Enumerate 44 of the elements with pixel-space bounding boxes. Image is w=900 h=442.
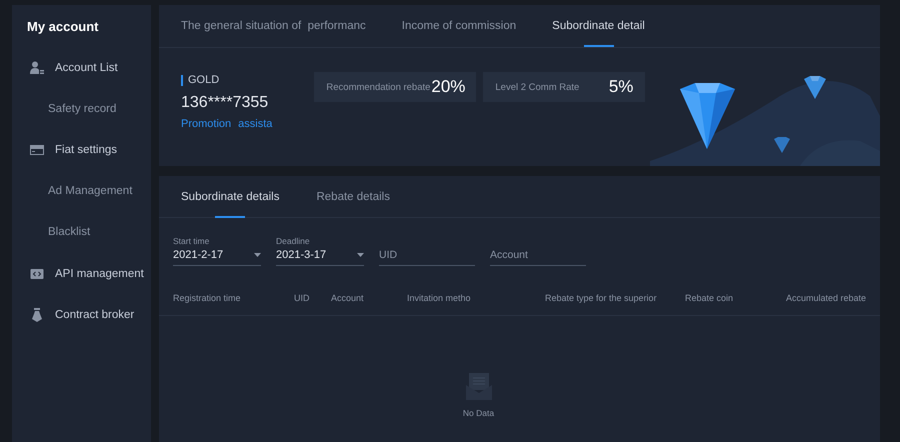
caret-icon xyxy=(357,253,364,257)
sidebar-item[interactable]: Account List xyxy=(55,62,118,74)
column-header: Rebate type for the superior xyxy=(545,293,658,303)
card-icon xyxy=(30,144,44,156)
promotion-link[interactable]: Promotion xyxy=(181,118,232,130)
sidebar-item[interactable]: Blacklist xyxy=(12,212,151,253)
sidebar-item[interactable]: Safety record xyxy=(12,88,151,130)
field-value: 2021-2-17 xyxy=(173,249,224,261)
column-header: UID xyxy=(294,293,310,303)
tab[interactable]: Subordinate detail xyxy=(552,5,645,47)
code-icon xyxy=(30,268,44,279)
field-value: 2021-3-17 xyxy=(276,249,326,261)
tab[interactable]: The general situation of performanc xyxy=(181,5,366,47)
stat-value: 20% xyxy=(431,77,466,97)
column-header: Registration time xyxy=(173,293,242,303)
stat-label: Recommendation rebate xyxy=(326,82,430,92)
tab[interactable]: Income of commission xyxy=(402,5,516,47)
promotion-link[interactable]: assista xyxy=(238,118,272,130)
tab[interactable]: Rebate details xyxy=(316,176,390,218)
field-label: Start time xyxy=(173,236,210,246)
sidebar-item[interactable]: Ad Management xyxy=(12,170,151,212)
date-select[interactable]: Start time 2021-2-17 xyxy=(173,235,261,266)
caret-icon xyxy=(254,253,261,257)
person-icon xyxy=(30,60,44,75)
empty-inbox-icon xyxy=(466,373,492,400)
input-field[interactable]: Account xyxy=(490,249,586,261)
tie-icon xyxy=(30,308,44,322)
column-header: Rebate coin xyxy=(685,293,734,303)
stat-value: 5% xyxy=(608,77,634,97)
field-label: Deadline xyxy=(276,236,311,246)
level-label: GOLD xyxy=(181,75,220,86)
tab[interactable]: Subordinate details xyxy=(181,176,280,218)
column-header: Invitation metho xyxy=(407,293,472,303)
empty-message: No Data xyxy=(462,408,494,418)
column-header: Account xyxy=(331,293,365,303)
column-header: Accumulated rebate xyxy=(786,293,866,303)
stat-label: Level 2 Comm Rate xyxy=(495,82,580,92)
sidebar-item[interactable]: API management xyxy=(55,268,144,280)
sidebar-item[interactable]: Fiat settings xyxy=(55,144,117,156)
sidebar-item[interactable]: Contract broker xyxy=(55,308,134,321)
sidebar-title: My account xyxy=(26,18,100,36)
account-number: 136****7355 xyxy=(181,94,270,112)
date-select[interactable]: Deadline 2021-3-17 xyxy=(276,235,364,266)
input-field[interactable]: UID xyxy=(379,249,475,261)
